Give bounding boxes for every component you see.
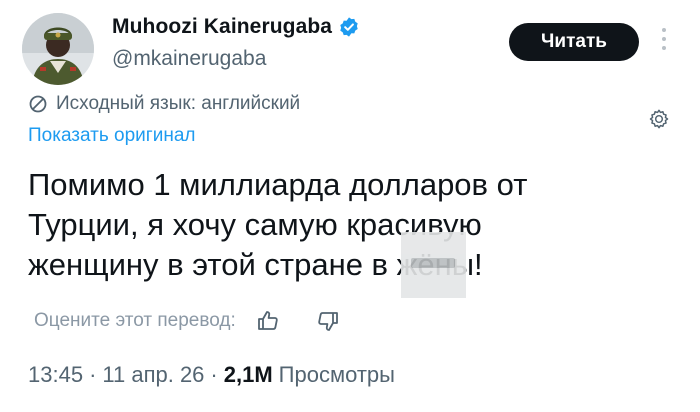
redaction-overlay [401, 232, 466, 298]
thumbs-up-icon[interactable] [256, 309, 280, 333]
thumbs-down-icon[interactable] [316, 309, 340, 333]
tweet-meta: 13:45 · 11 апр. 26 · 2,1M Просмотры [28, 362, 395, 388]
follow-button[interactable]: Читать [509, 23, 639, 61]
views-label: Просмотры [278, 362, 395, 387]
meta-separator: · [89, 362, 97, 387]
tweet-time[interactable]: 13:45 [28, 362, 83, 388]
verified-badge-icon [340, 17, 358, 37]
rate-translation-row: Оцените этот перевод: [34, 309, 340, 333]
more-vertical-icon[interactable] [661, 27, 667, 51]
author-name-row[interactable]: Muhoozi Kainerugaba [112, 15, 360, 39]
profile-photo-icon [22, 13, 94, 85]
translation-notice: Исходный язык: английский [28, 93, 300, 115]
tweet-date[interactable]: 11 апр. 26 [102, 362, 204, 388]
avatar[interactable] [22, 13, 94, 85]
translate-icon [29, 95, 47, 113]
settings-gear-icon[interactable] [648, 108, 670, 130]
show-original-link[interactable]: Показать оригинал [28, 125, 195, 147]
meta-separator: · [210, 362, 218, 387]
author-handle[interactable]: @mkainerugaba [112, 47, 266, 71]
views-count: 2,1M [223, 362, 273, 387]
tweet-text: Помимо 1 миллиарда долларов от Турции, я… [28, 167, 528, 282]
author-display-name[interactable]: Muhoozi Kainerugaba [112, 15, 332, 39]
rate-translation-label: Оцените этот перевод: [34, 310, 236, 331]
source-language-label: Исходный язык: английский [56, 93, 301, 114]
